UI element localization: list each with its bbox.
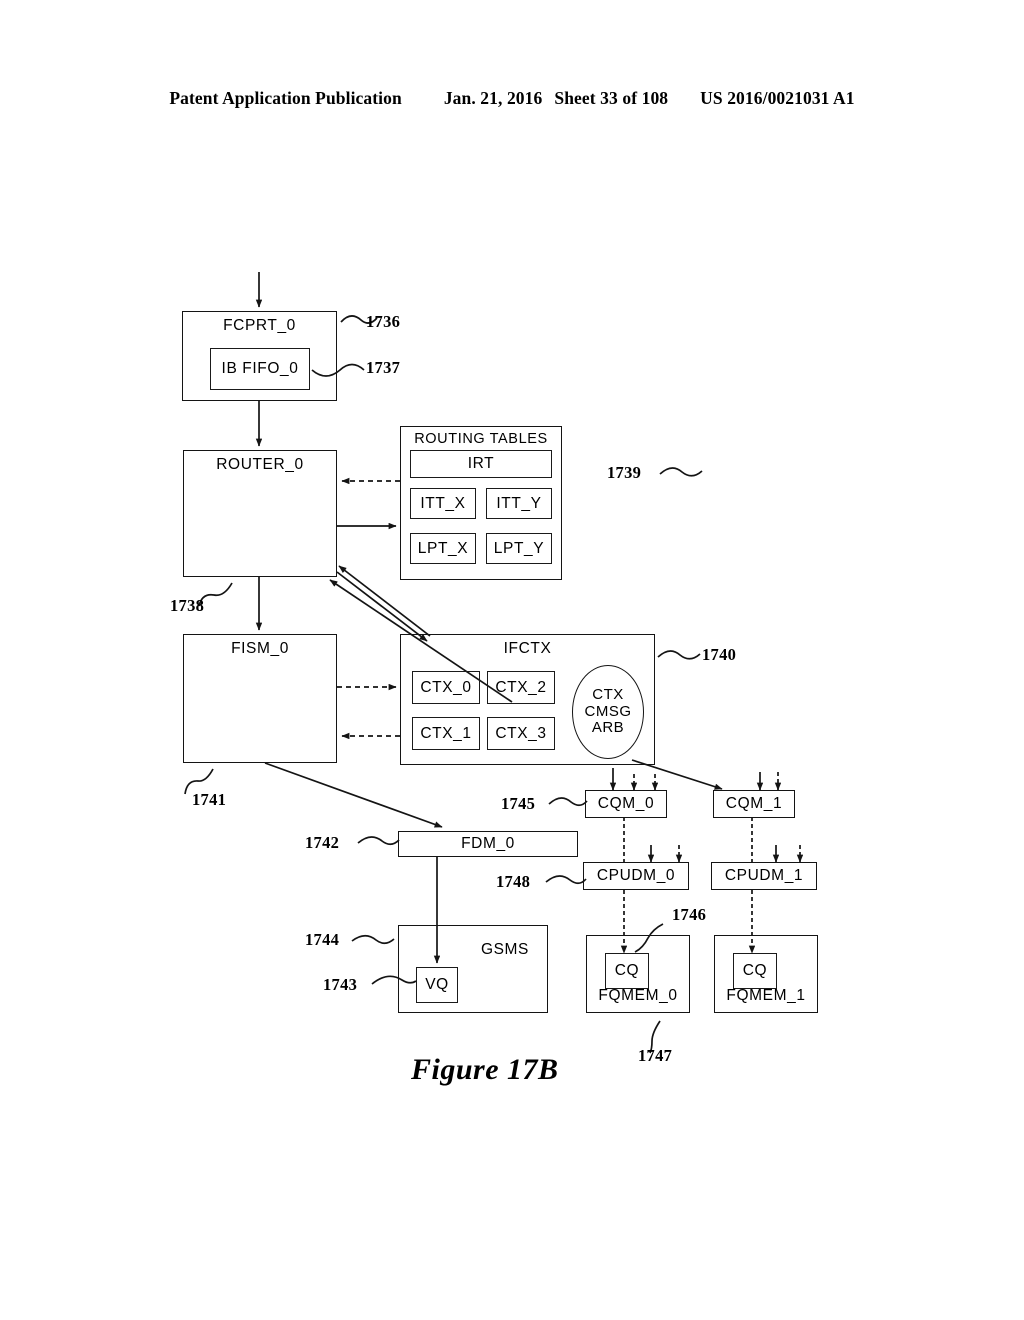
block-router-0-label: ROUTER_0 bbox=[216, 456, 304, 473]
ctx-cmsg-arb-line3: ARB bbox=[591, 719, 625, 737]
block-ifctx-label: IFCTX bbox=[503, 640, 552, 657]
block-ctx-2: CTX_2 bbox=[487, 671, 555, 704]
block-vq: VQ bbox=[416, 967, 458, 1003]
figure-caption: Figure 17B bbox=[411, 1053, 559, 1086]
block-cq-1: CQ bbox=[733, 953, 777, 989]
block-fcprt-0-label: FCPRT_0 bbox=[223, 317, 296, 334]
block-lpt-x: LPT_X bbox=[410, 533, 476, 564]
ref-1745: 1745 bbox=[501, 794, 536, 813]
block-ctx-3: CTX_3 bbox=[487, 717, 555, 750]
ref-1744: 1744 bbox=[305, 930, 340, 949]
block-fdm-0: FDM_0 bbox=[398, 831, 578, 857]
block-cq-0: CQ bbox=[605, 953, 649, 989]
block-gsms-label: GSMS bbox=[480, 941, 529, 958]
ctx-cmsg-arb-line2: CMSG bbox=[584, 702, 632, 720]
block-ctx-0: CTX_0 bbox=[412, 671, 480, 704]
ref-1739: 1739 bbox=[607, 463, 642, 482]
ref-1748: 1748 bbox=[496, 872, 531, 891]
block-routing-tables-label: ROUTING TABLES bbox=[414, 431, 548, 447]
block-fqmem-1-label: FQMEM_1 bbox=[726, 987, 806, 1004]
ref-1742: 1742 bbox=[305, 833, 340, 852]
block-itt-x: ITT_X bbox=[410, 488, 476, 519]
ref-1747: 1747 bbox=[638, 1046, 673, 1065]
block-ctx-cmsg-arb: CTX CMSG ARB bbox=[572, 665, 644, 759]
ref-1746: 1746 bbox=[672, 905, 707, 924]
block-cpudm-1: CPUDM_1 bbox=[711, 862, 817, 890]
block-irt: IRT bbox=[410, 450, 552, 478]
block-cpudm-0: CPUDM_0 bbox=[583, 862, 689, 890]
block-itt-y: ITT_Y bbox=[486, 488, 552, 519]
block-cqm-0: CQM_0 bbox=[585, 790, 667, 818]
block-router-0: ROUTER_0 bbox=[183, 450, 337, 577]
figure-17b: FCPRT_0 IB FIFO_0 ROUTER_0 ROUTING TABLE… bbox=[0, 0, 1024, 1320]
ref-1738: 1738 bbox=[170, 596, 205, 615]
ref-1740: 1740 bbox=[702, 645, 737, 664]
block-cqm-1: CQM_1 bbox=[713, 790, 795, 818]
block-fism-0: FISM_0 bbox=[183, 634, 337, 763]
block-fism-0-label: FISM_0 bbox=[231, 640, 289, 657]
block-fqmem-0-label: FQMEM_0 bbox=[598, 987, 678, 1004]
ref-1743: 1743 bbox=[323, 975, 358, 994]
block-lpt-y: LPT_Y bbox=[486, 533, 552, 564]
ref-1741: 1741 bbox=[192, 790, 227, 809]
ref-1736: 1736 bbox=[366, 312, 401, 331]
block-ctx-1: CTX_1 bbox=[412, 717, 480, 750]
block-ib-fifo-0: IB FIFO_0 bbox=[210, 348, 310, 390]
ref-1737: 1737 bbox=[366, 358, 401, 377]
ctx-cmsg-arb-line1: CTX bbox=[592, 685, 624, 703]
